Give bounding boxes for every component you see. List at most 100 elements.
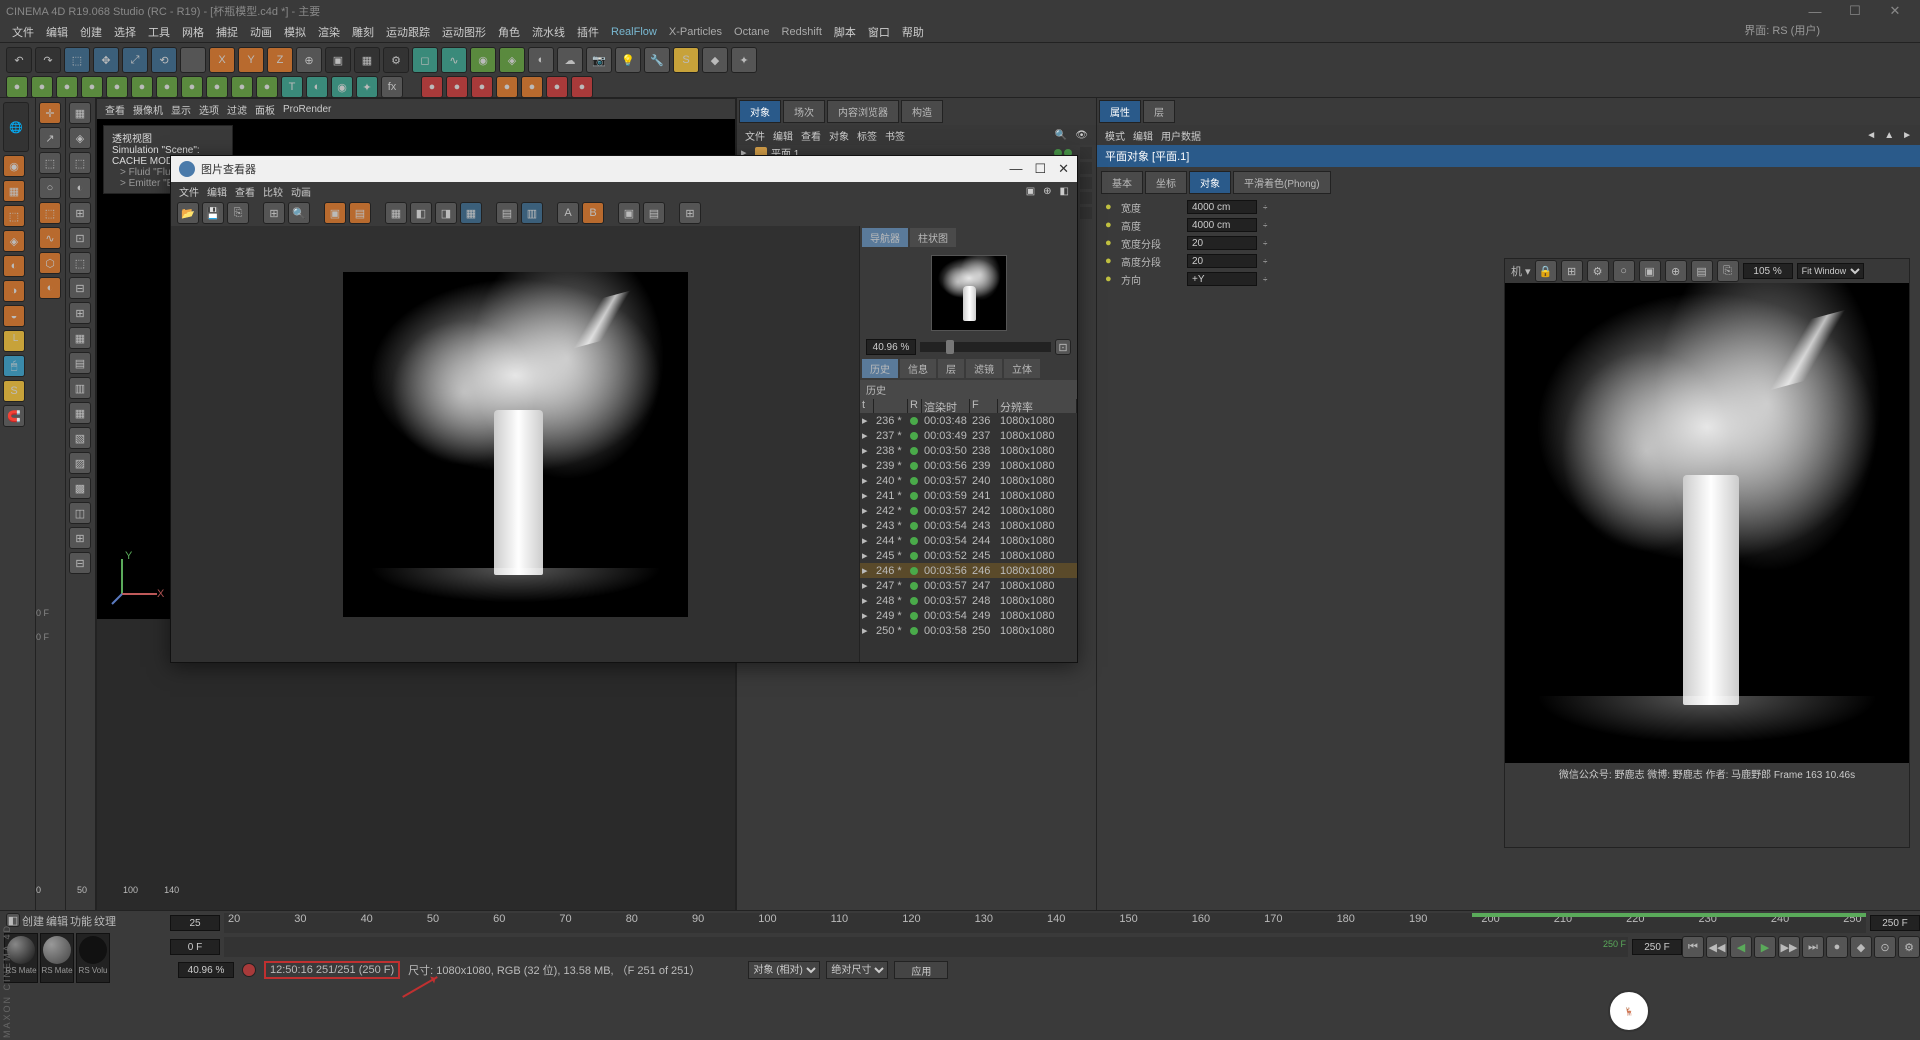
tool-icon[interactable]: ⊟ xyxy=(69,277,91,299)
tool-icon[interactable]: ▤ xyxy=(69,352,91,374)
vp-menu[interactable]: ProRender xyxy=(283,104,331,115)
menu-item[interactable]: 文件 xyxy=(8,22,38,42)
pv-menu[interactable]: 文件 xyxy=(179,184,199,199)
menu-plugin[interactable]: RealFlow xyxy=(607,24,661,40)
attr-menu[interactable]: 用户数据 xyxy=(1161,128,1201,143)
render-region-icon[interactable]: ▦ xyxy=(354,47,380,73)
frame-ruler[interactable]: 250 F xyxy=(224,937,1628,957)
vp-menu[interactable]: 显示 xyxy=(171,102,191,117)
tool-icon[interactable]: S xyxy=(3,380,25,402)
tool-icon[interactable]: ▩ xyxy=(69,477,91,499)
eye-icon[interactable]: 👁 xyxy=(1075,130,1088,141)
prim-icon[interactable]: ● xyxy=(56,76,78,98)
tool-icon[interactable]: ◫ xyxy=(69,502,91,524)
rs-icon[interactable]: ● xyxy=(571,76,593,98)
menu-item[interactable]: 模拟 xyxy=(280,22,310,42)
menu-item[interactable]: 插件 xyxy=(573,22,603,42)
menu-item[interactable]: 渲染 xyxy=(314,22,344,42)
tool-icon[interactable]: ◈ xyxy=(3,230,25,252)
tool-icon[interactable]: ▥ xyxy=(521,202,543,224)
prim-icon[interactable]: ● xyxy=(106,76,128,98)
copy-icon[interactable]: ⎘ xyxy=(1717,260,1739,282)
coord-mode-select[interactable]: 对象 (相对) xyxy=(748,961,820,979)
pv-menu[interactable]: 比较 xyxy=(263,184,283,199)
pv-tool-icon[interactable]: ▣ xyxy=(1026,186,1035,197)
autokey-icon[interactable]: ⊙ xyxy=(1874,936,1896,958)
deformer-icon[interactable]: ◐ xyxy=(528,47,554,73)
timeline-ruler[interactable]: 2030405060708090100110120130140150160170… xyxy=(224,913,1866,933)
menu-item[interactable]: 动画 xyxy=(246,22,276,42)
history-row[interactable]: ▸248 *00:03:572481080x1080 xyxy=(860,593,1077,608)
tool-icon[interactable]: ⬚ xyxy=(39,202,61,224)
tool-icon[interactable]: ↗ xyxy=(39,127,61,149)
rs-icon[interactable]: ● xyxy=(421,76,443,98)
prim-icon[interactable]: ● xyxy=(206,76,228,98)
tool-icon[interactable]: ◆ xyxy=(702,47,728,73)
history-row[interactable]: ▸240 *00:03:572401080x1080 xyxy=(860,473,1077,488)
attr-tab-phong[interactable]: 平滑着色(Phong) xyxy=(1233,171,1331,194)
tool-icon[interactable]: ◐ xyxy=(3,255,25,277)
z-axis-icon[interactable]: Z xyxy=(267,47,293,73)
vp-menu[interactable]: 查看 xyxy=(105,102,125,117)
menu-item[interactable]: 编辑 xyxy=(42,22,72,42)
tool-icon[interactable]: ⊞ xyxy=(69,527,91,549)
tool-icon[interactable]: ⊟ xyxy=(69,552,91,574)
attr-tab-object[interactable]: 对象 xyxy=(1189,171,1231,194)
tool-icon[interactable]: ◐ xyxy=(39,277,61,299)
hist-tab-info[interactable]: 信息 xyxy=(900,359,936,378)
om-menu[interactable]: 对象 xyxy=(829,128,849,143)
menu-plugin[interactable]: Redshift xyxy=(778,24,826,40)
attr-tab-coord[interactable]: 坐标 xyxy=(1145,171,1187,194)
tool-icon[interactable]: ▣ xyxy=(618,202,640,224)
play-back-icon[interactable]: ◀ xyxy=(1730,936,1752,958)
maximize-icon[interactable]: ☐ xyxy=(1836,2,1874,20)
history-row[interactable]: ▸242 *00:03:572421080x1080 xyxy=(860,503,1077,518)
nav-tab-navigator[interactable]: 导航器 xyxy=(862,228,908,247)
rs-icon[interactable]: ● xyxy=(546,76,568,98)
menu-item[interactable]: 捕捉 xyxy=(212,22,242,42)
tool-icon[interactable]: ⬚ xyxy=(69,252,91,274)
hist-tab-stereo[interactable]: 立体 xyxy=(1004,359,1040,378)
save-icon[interactable]: 💾 xyxy=(202,202,224,224)
attr-input[interactable] xyxy=(1187,236,1257,250)
copy-icon[interactable]: ⎘ xyxy=(227,202,249,224)
tool-icon[interactable]: ⊞ xyxy=(69,202,91,224)
tool-icon[interactable]: ◐ xyxy=(306,76,328,98)
pv-image-area[interactable] xyxy=(171,226,859,662)
nav-tab-histogram[interactable]: 柱状图 xyxy=(910,228,956,247)
render-icon[interactable]: ▣ xyxy=(325,47,351,73)
tool-icon[interactable]: ▦ xyxy=(385,202,407,224)
tab-scenes[interactable]: 场次 xyxy=(783,100,825,123)
attr-input[interactable] xyxy=(1187,272,1257,286)
scale-tool-icon[interactable]: ⤢ xyxy=(122,47,148,73)
prim-icon[interactable]: ● xyxy=(256,76,278,98)
pv-titlebar[interactable]: 图片查看器 — ☐ ✕ xyxy=(171,156,1077,182)
history-row[interactable]: ▸236 *00:03:482361080x1080 xyxy=(860,413,1077,428)
tool-icon[interactable]: ⊞ xyxy=(679,202,701,224)
light-icon[interactable]: 💡 xyxy=(615,47,641,73)
open-icon[interactable]: 📂 xyxy=(177,202,199,224)
history-row[interactable]: ▸239 *00:03:562391080x1080 xyxy=(860,458,1077,473)
material-slot[interactable]: RS Volu xyxy=(76,933,110,983)
move-icon[interactable]: ✛ xyxy=(39,102,61,124)
tool-icon[interactable]: 🖱 xyxy=(3,355,25,377)
mat-menu[interactable]: 功能 xyxy=(70,913,92,927)
vp-menu[interactable]: 摄像机 xyxy=(133,102,163,117)
vp-menu[interactable]: 过滤 xyxy=(227,102,247,117)
tool-icon[interactable]: ◉ xyxy=(331,76,353,98)
render-image[interactable] xyxy=(1505,283,1909,763)
attr-input[interactable] xyxy=(1187,200,1257,214)
prim-icon[interactable]: ● xyxy=(81,76,103,98)
menu-plugin[interactable]: Octane xyxy=(730,24,773,40)
globe-icon[interactable]: 🌐 xyxy=(3,102,29,152)
pv-maximize-icon[interactable]: ☐ xyxy=(1034,161,1046,177)
goto-end-icon[interactable]: ⏭ xyxy=(1802,936,1824,958)
menu-item[interactable]: 选择 xyxy=(110,22,140,42)
mat-menu[interactable]: 创建 xyxy=(22,913,44,927)
select-tool-icon[interactable]: ⬚ xyxy=(64,47,90,73)
layers-icon[interactable]: ▤ xyxy=(1691,260,1713,282)
history-row[interactable]: ▸250 *00:03:582501080x1080 xyxy=(860,623,1077,638)
history-row[interactable]: ▸246 *00:03:562461080x1080 xyxy=(860,563,1077,578)
y-axis-icon[interactable]: Y xyxy=(238,47,264,73)
hist-tab-history[interactable]: 历史 xyxy=(862,359,898,378)
